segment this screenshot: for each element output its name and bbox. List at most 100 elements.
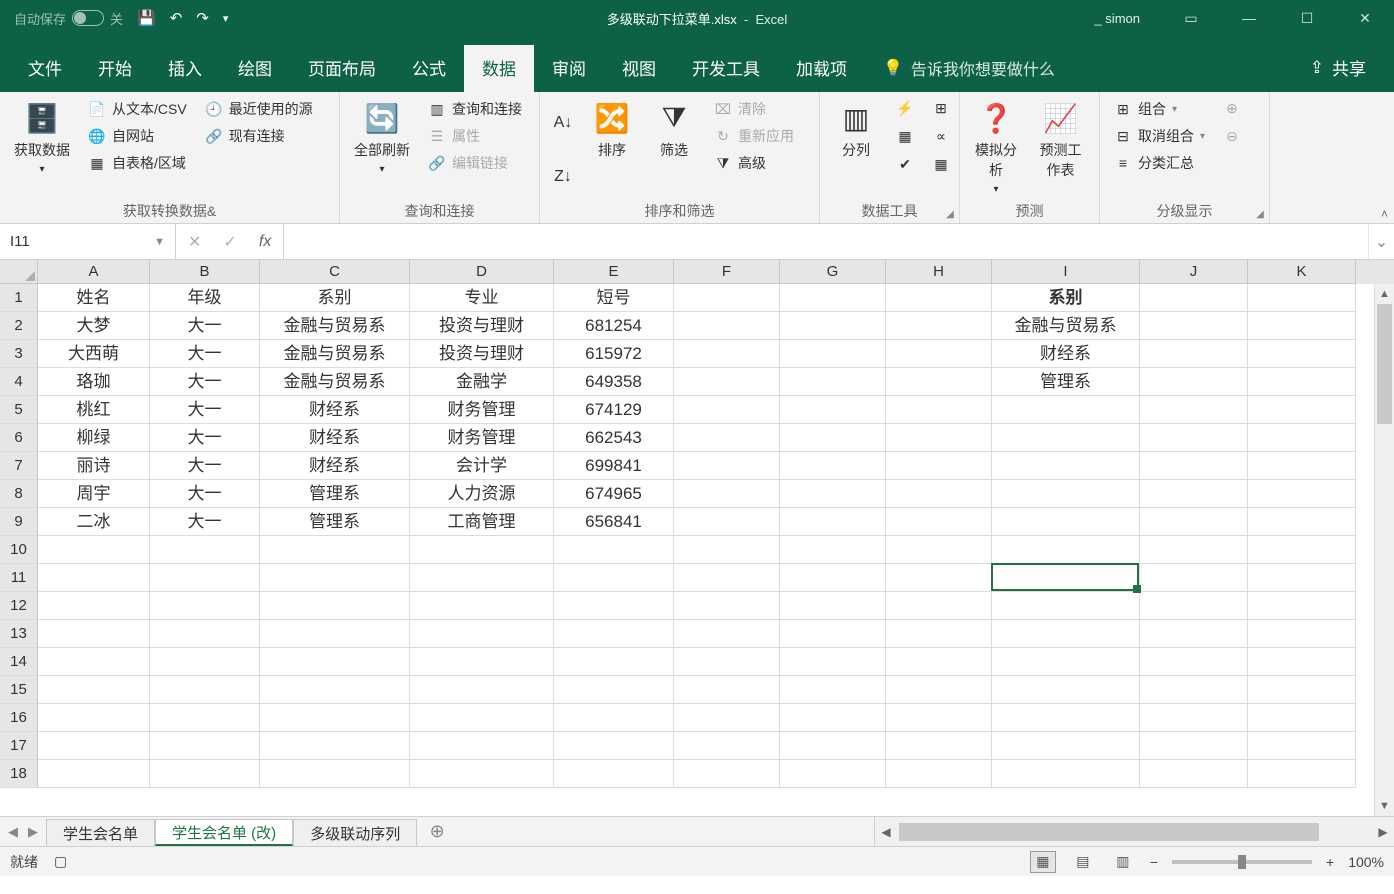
cell[interactable] <box>1140 564 1248 592</box>
cell[interactable] <box>674 368 780 396</box>
cell[interactable] <box>410 704 554 732</box>
cell[interactable]: 会计学 <box>410 452 554 480</box>
cell[interactable] <box>150 564 260 592</box>
cell[interactable] <box>1248 452 1356 480</box>
cell[interactable] <box>260 760 410 788</box>
page-layout-view-icon[interactable]: ▤ <box>1070 851 1096 873</box>
cell[interactable] <box>1140 480 1248 508</box>
queries-connections-button[interactable]: ▥查询和连接 <box>422 96 528 122</box>
row-header[interactable]: 5 <box>0 396 38 424</box>
cancel-formula-icon[interactable]: ✕ <box>182 232 207 252</box>
cell[interactable]: 金融与贸易系 <box>260 340 410 368</box>
cell[interactable]: 年级 <box>150 284 260 312</box>
cell[interactable] <box>38 732 150 760</box>
cell[interactable]: 662543 <box>554 424 674 452</box>
cell[interactable] <box>1140 620 1248 648</box>
cell[interactable] <box>410 620 554 648</box>
cell[interactable] <box>1248 508 1356 536</box>
cell[interactable] <box>554 536 674 564</box>
cell[interactable]: 财经系 <box>260 396 410 424</box>
tell-me[interactable]: 💡 告诉我你想要做什么 <box>865 46 1073 92</box>
cell[interactable] <box>780 480 886 508</box>
cell[interactable] <box>1248 704 1356 732</box>
cell[interactable]: 丽诗 <box>38 452 150 480</box>
cell[interactable] <box>1248 564 1356 592</box>
cell[interactable] <box>150 592 260 620</box>
cell[interactable] <box>1140 536 1248 564</box>
text-to-columns-button[interactable]: ▥ 分列 <box>828 96 884 203</box>
cell[interactable]: 大一 <box>150 396 260 424</box>
cell[interactable] <box>1248 284 1356 312</box>
close-icon[interactable]: ✕ <box>1336 0 1394 36</box>
row-header[interactable]: 7 <box>0 452 38 480</box>
cell[interactable] <box>1140 452 1248 480</box>
from-text-csv-button[interactable]: 📄从文本/CSV <box>82 96 193 122</box>
cell[interactable] <box>554 648 674 676</box>
new-sheet-button[interactable]: ⊕ <box>417 817 457 846</box>
zoom-in-icon[interactable]: + <box>1326 854 1334 870</box>
cell[interactable] <box>674 536 780 564</box>
cell[interactable] <box>260 592 410 620</box>
cell[interactable]: 大一 <box>150 368 260 396</box>
cell[interactable] <box>674 284 780 312</box>
qat-customize-icon[interactable]: ▾ <box>223 12 229 25</box>
row-header[interactable]: 13 <box>0 620 38 648</box>
cell[interactable] <box>886 424 992 452</box>
scrollbar-thumb[interactable] <box>899 823 1319 841</box>
cell[interactable] <box>674 508 780 536</box>
clear-filter-button[interactable]: ⌧清除 <box>708 96 800 122</box>
row-header[interactable]: 14 <box>0 648 38 676</box>
cell[interactable] <box>38 620 150 648</box>
cell[interactable]: 人力资源 <box>410 480 554 508</box>
cell[interactable] <box>1140 424 1248 452</box>
cell[interactable]: 财经系 <box>260 424 410 452</box>
cell[interactable] <box>1140 396 1248 424</box>
minimize-icon[interactable]: ― <box>1220 0 1278 36</box>
row-header[interactable]: 11 <box>0 564 38 592</box>
cell[interactable] <box>260 564 410 592</box>
get-data-button[interactable]: 🗄️ 获取数据▾ <box>8 96 76 203</box>
cell[interactable] <box>1248 312 1356 340</box>
consolidate-button[interactable]: ⊞ <box>926 96 956 120</box>
cell[interactable]: 管理系 <box>992 368 1140 396</box>
formula-input[interactable] <box>284 224 1368 259</box>
share-button[interactable]: ⇪ 共享 <box>1292 45 1384 92</box>
tab-开发工具[interactable]: 开发工具 <box>674 45 778 92</box>
cell[interactable] <box>674 452 780 480</box>
tab-审阅[interactable]: 审阅 <box>534 45 604 92</box>
dialog-launcher-icon[interactable]: ◢ <box>1253 207 1267 221</box>
cell[interactable] <box>1248 620 1356 648</box>
cell[interactable] <box>38 704 150 732</box>
tab-插入[interactable]: 插入 <box>150 45 220 92</box>
column-header[interactable]: E <box>554 260 674 284</box>
cell[interactable] <box>992 704 1140 732</box>
column-header[interactable]: K <box>1248 260 1356 284</box>
cell[interactable] <box>38 536 150 564</box>
cell[interactable]: 柳绿 <box>38 424 150 452</box>
cell[interactable] <box>150 704 260 732</box>
cell[interactable]: 金融与贸易系 <box>260 312 410 340</box>
cell[interactable] <box>554 760 674 788</box>
tab-加载项[interactable]: 加载项 <box>778 45 865 92</box>
row-header[interactable]: 3 <box>0 340 38 368</box>
data-validation-button[interactable]: ✔ <box>890 152 920 176</box>
cell[interactable] <box>780 396 886 424</box>
sheet-nav-prev-icon[interactable]: ◀ <box>8 824 18 840</box>
cell[interactable]: 系别 <box>260 284 410 312</box>
cell[interactable]: 短号 <box>554 284 674 312</box>
cell[interactable] <box>674 732 780 760</box>
cell[interactable] <box>992 480 1140 508</box>
cell[interactable]: 投资与理财 <box>410 340 554 368</box>
horizontal-scrollbar[interactable]: ◀ ▶ <box>874 817 1394 846</box>
cell[interactable]: 珞珈 <box>38 368 150 396</box>
cell[interactable]: 699841 <box>554 452 674 480</box>
row-header[interactable]: 2 <box>0 312 38 340</box>
page-break-view-icon[interactable]: ▥ <box>1110 851 1136 873</box>
cell[interactable] <box>554 704 674 732</box>
column-header[interactable]: A <box>38 260 150 284</box>
cell[interactable]: 大一 <box>150 508 260 536</box>
cell[interactable]: 大梦 <box>38 312 150 340</box>
hide-detail-button[interactable]: ⊖ <box>1217 124 1247 148</box>
cell[interactable] <box>780 704 886 732</box>
column-header[interactable]: B <box>150 260 260 284</box>
